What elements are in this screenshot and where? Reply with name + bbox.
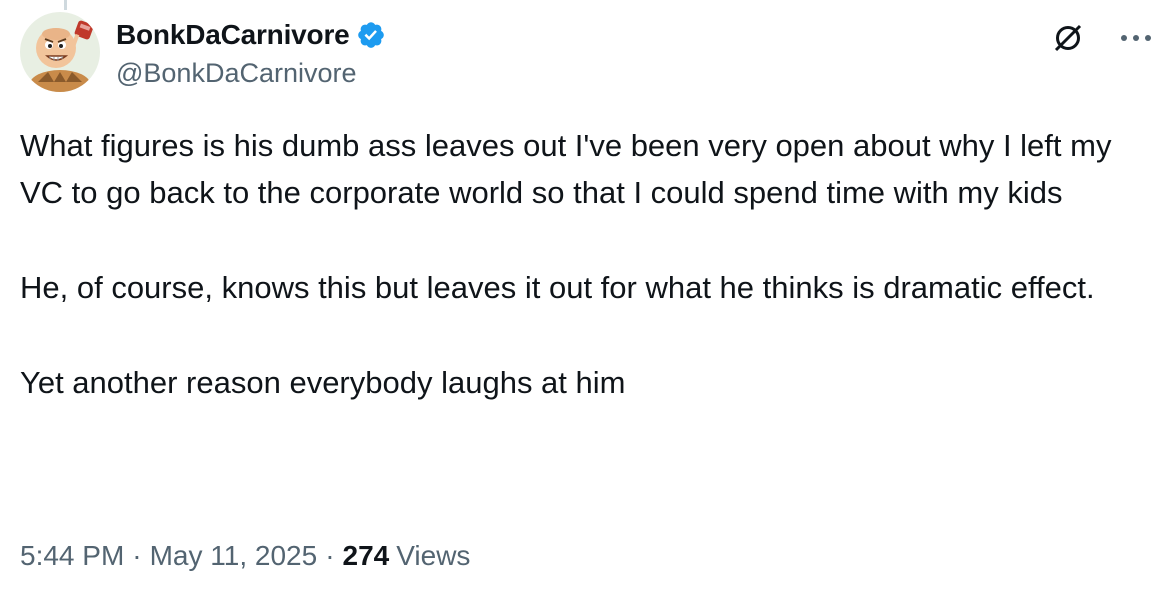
tweet-text: What figures is his dumb ass leaves out … (20, 122, 1150, 406)
separator-dot: · (325, 540, 335, 571)
thread-connector-line (64, 0, 67, 10)
grok-icon[interactable] (1048, 18, 1088, 58)
display-name-row: BonkDaCarnivore (116, 16, 386, 54)
tweet-time[interactable]: 5:44 PM (20, 540, 124, 572)
tweet-paragraph: He, of course, knows this but leaves it … (20, 270, 1095, 305)
display-name[interactable]: BonkDaCarnivore (116, 19, 350, 51)
tweet-actions (1048, 18, 1156, 58)
author-names: BonkDaCarnivore @BonkDaCarnivore (116, 16, 386, 89)
verified-badge-icon[interactable] (356, 20, 386, 50)
tweet: BonkDaCarnivore @BonkDaCarnivore What fi… (0, 0, 1176, 612)
tweet-paragraph: Yet another reason everybody laughs at h… (20, 365, 626, 400)
tweet-date[interactable]: May 11, 2025 (150, 540, 318, 572)
cartoon-caveman-avatar-icon (20, 12, 100, 92)
more-options-icon[interactable] (1116, 18, 1156, 58)
author-handle[interactable]: @BonkDaCarnivore (116, 58, 386, 89)
tweet-paragraph: What figures is his dumb ass leaves out … (20, 128, 1112, 210)
tweet-metadata: 5:44 PM · May 11, 2025 · 274 Views (20, 540, 470, 572)
views-label[interactable]: Views (396, 540, 470, 572)
tweet-header: BonkDaCarnivore @BonkDaCarnivore (20, 12, 386, 92)
views-count[interactable]: 274 (343, 540, 390, 572)
avatar[interactable] (20, 12, 100, 92)
separator-dot: · (132, 540, 142, 571)
